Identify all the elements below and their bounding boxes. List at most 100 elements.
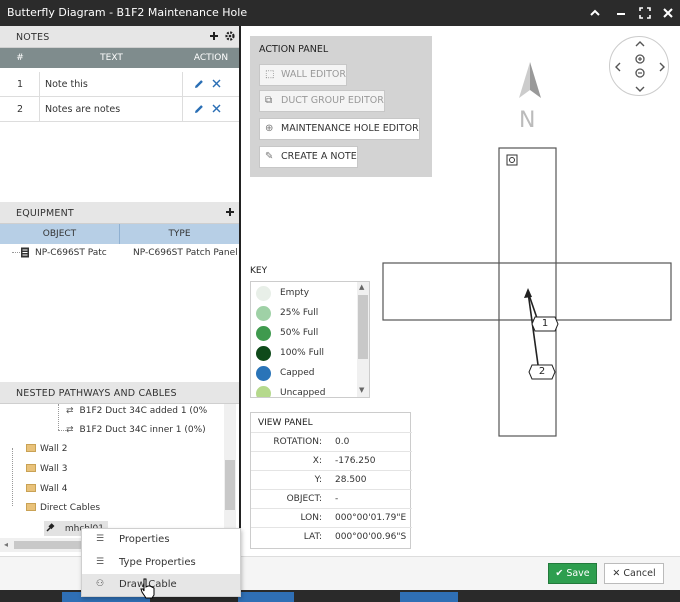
menu-item-draw-cable[interactable]: ⚇ Draw Cable: [82, 574, 240, 596]
callout-2[interactable]: 2: [528, 364, 556, 380]
diagram-canvas[interactable]: 1 2 N ACTION PANEL ⬚ WALL EDITOR ⧉ DUCT …: [243, 26, 680, 556]
menu-item-type-properties[interactable]: ☰ Type Properties: [82, 552, 240, 574]
plus-icon: [210, 32, 218, 40]
view-value: -: [335, 494, 339, 504]
view-row: OBJECT: -: [251, 489, 412, 508]
scrollbar-thumb[interactable]: [14, 541, 84, 549]
view-panel-title: VIEW PANEL: [258, 418, 313, 428]
button-label: WALL EDITOR: [281, 69, 346, 80]
view-row: X: -176.250: [251, 451, 412, 470]
compass-arrow-icon: [519, 62, 530, 98]
view-row: LON: 000°00'01.79"E: [251, 508, 412, 527]
equipment-header: EQUIPMENT: [0, 202, 239, 224]
equipment-title: EQUIPMENT: [16, 208, 74, 219]
equipment-table-header: OBJECT TYPE: [0, 224, 239, 244]
note-pencil-icon: ✎: [265, 151, 274, 162]
map-navigation-control: [609, 36, 669, 96]
close-button[interactable]: [659, 4, 677, 22]
tree-item-label: Wall 4: [40, 484, 68, 494]
notes-col-text: TEXT: [100, 53, 123, 63]
tree-item[interactable]: Wall 3: [26, 464, 67, 474]
key-swatch: [256, 326, 271, 341]
minimize-button[interactable]: [612, 4, 630, 22]
save-button[interactable]: ✔ Save: [548, 563, 597, 584]
tree-item[interactable]: ⇄ B1F2 Duct 34C inner 1 (0%): [58, 425, 206, 435]
pan-up-button[interactable]: [632, 37, 648, 49]
tree-connector: [12, 448, 13, 506]
folder-icon: [26, 484, 36, 492]
duct-group-editor-button[interactable]: ⧉ DUCT GROUP EDITOR: [259, 90, 385, 112]
table-row[interactable]: NP-C696ST Patc NP-C696ST Patch Panel: [0, 245, 239, 263]
view-row: Y: 28.500: [251, 470, 412, 489]
equipment-object: NP-C696ST Patc: [35, 248, 107, 258]
table-row: 2 Notes are notes: [0, 97, 239, 122]
callout-label: 2: [538, 366, 546, 377]
key-swatch: [256, 386, 271, 397]
delete-note-button[interactable]: [212, 77, 222, 92]
view-value: 28.500: [335, 475, 367, 485]
note-number: 1: [0, 72, 40, 97]
tree-item[interactable]: Wall 4: [26, 484, 67, 494]
context-menu: ☰ Properties ☰ Type Properties ⚇ Draw Ca…: [81, 528, 241, 597]
maintenance-hole-editor-button[interactable]: ⊕ MAINTENANCE HOLE EDITOR: [259, 118, 420, 140]
tree-item[interactable]: Direct Cables: [26, 503, 100, 513]
add-equipment-button[interactable]: [225, 205, 235, 223]
tree-item-label: B1F2 Duct 34C inner 1 (0%): [79, 425, 206, 435]
plus-icon: [226, 208, 234, 216]
pan-right-button[interactable]: [658, 59, 670, 75]
key-scrollbar[interactable]: ▲ ▼: [357, 282, 369, 397]
maximize-button[interactable]: [636, 4, 654, 22]
view-key: Y:: [314, 475, 322, 485]
left-pane: NOTES # TEXT ACTION 1 Note this 2 Notes …: [0, 26, 241, 556]
title-bar: Butterfly Diagram - B1F2 Maintenance Hol…: [0, 0, 680, 26]
close-icon: [212, 104, 221, 113]
add-note-button[interactable]: [209, 29, 219, 47]
tree-item[interactable]: Wall 2: [26, 444, 67, 454]
equipment-type: NP-C696ST Patch Panel: [133, 248, 238, 258]
folder-icon: [26, 503, 36, 511]
scrollbar-thumb[interactable]: [225, 460, 235, 510]
scroll-up-icon[interactable]: ▲: [359, 283, 364, 291]
notes-header: NOTES: [0, 26, 239, 48]
scroll-down-icon[interactable]: ▼: [359, 386, 364, 394]
draw-cable-icon: ⚇: [96, 579, 105, 589]
view-value: 0.0: [335, 437, 350, 447]
tree-connector: [58, 430, 66, 431]
view-key: ROTATION:: [273, 437, 322, 447]
pathways-scrollbar[interactable]: [224, 404, 236, 542]
edit-note-button[interactable]: [194, 79, 204, 92]
collapse-window-button[interactable]: [586, 4, 604, 22]
key-swatch: [256, 366, 271, 381]
create-note-button[interactable]: ✎ CREATE A NOTE: [259, 146, 358, 168]
scroll-left-icon[interactable]: ◂: [4, 540, 8, 549]
gear-icon: [225, 31, 235, 41]
list-icon: ☰: [96, 534, 105, 544]
cancel-button[interactable]: ✕ Cancel: [604, 563, 664, 584]
menu-item-properties[interactable]: ☰ Properties: [82, 529, 240, 551]
pathways-header: NESTED PATHWAYS AND CABLES: [0, 382, 239, 404]
scrollbar-thumb[interactable]: [358, 295, 368, 359]
duct-group-icon: ⧉: [265, 95, 273, 106]
folder-icon: [26, 444, 36, 452]
wall-editor-button[interactable]: ⬚ WALL EDITOR: [259, 64, 347, 86]
patch-panel-icon: [20, 247, 30, 261]
folder-icon: [26, 464, 36, 472]
edit-note-button[interactable]: [194, 104, 204, 117]
notes-col-num: #: [16, 53, 24, 63]
zoom-out-button[interactable]: [634, 67, 646, 79]
pan-left-button[interactable]: [610, 59, 622, 75]
menu-item-label: Properties: [119, 534, 170, 545]
wall-editor-icon: ⬚: [265, 69, 275, 80]
duct-icon: ⇄: [66, 425, 74, 435]
crosshair-icon: ⊕: [265, 123, 274, 134]
note-text: Note this: [40, 72, 183, 97]
chevron-up-icon: [590, 9, 600, 16]
callout-1[interactable]: 1: [531, 316, 559, 332]
delete-note-button[interactable]: [212, 102, 222, 117]
notes-settings-button[interactable]: [224, 29, 236, 47]
zoom-in-button[interactable]: [634, 53, 646, 65]
pan-down-button[interactable]: [632, 85, 648, 97]
notes-table-header: # TEXT ACTION: [0, 48, 239, 68]
tree-item[interactable]: ⇄ B1F2 Duct 34C added 1 (0%: [66, 406, 207, 416]
close-icon: [212, 79, 221, 88]
